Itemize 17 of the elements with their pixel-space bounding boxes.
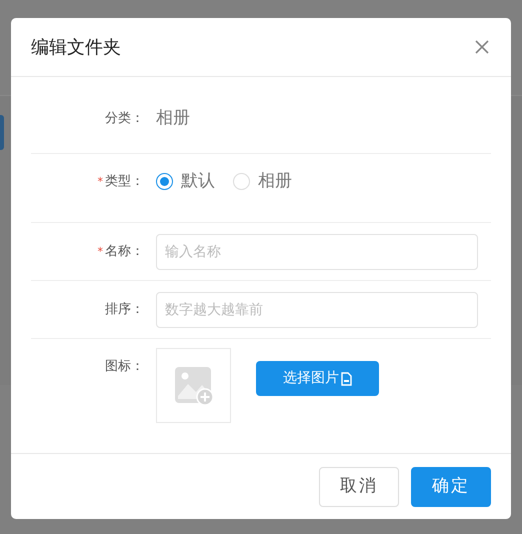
input-field[interactable]: 数字越大越靠前 (156, 292, 478, 328)
field-label: 图标： (105, 359, 144, 374)
field-label: *名称： (98, 244, 144, 259)
field-label: 分类： (105, 110, 144, 126)
confirm-button[interactable]: 确定 (411, 466, 491, 506)
field-value: 相册 (156, 106, 190, 130)
radio-option[interactable]: 相册 (233, 169, 292, 194)
add-image-icon (174, 366, 214, 406)
field-label: *类型： (98, 174, 144, 189)
dialog-title: 编辑文件夹 (31, 36, 121, 60)
close-icon[interactable] (475, 40, 489, 54)
radio-option[interactable]: 默认 (156, 169, 215, 194)
field-label: 排序： (105, 302, 144, 317)
file-icon (341, 372, 352, 386)
choose-image-button[interactable]: 选择图片 (256, 361, 379, 396)
input-field[interactable]: 输入名称 (156, 234, 478, 270)
cancel-button[interactable]: 取消 (319, 466, 399, 506)
